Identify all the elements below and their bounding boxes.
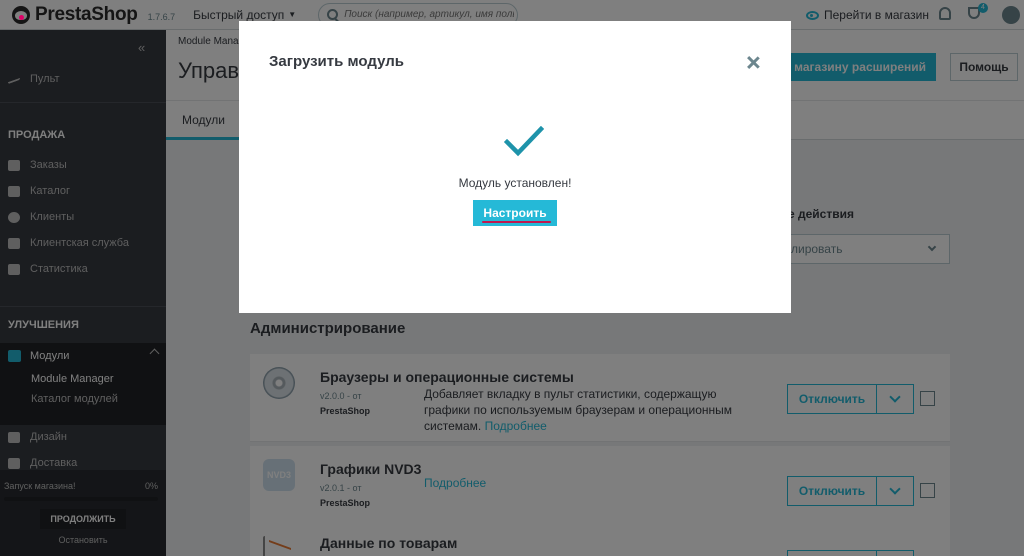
checkmark-icon: [504, 126, 544, 157]
success-message: Модуль установлен!: [458, 176, 572, 190]
highlight-underline: [482, 221, 551, 223]
close-icon[interactable]: [745, 55, 761, 71]
upload-module-modal: Загрузить модуль Модуль установлен! Наст…: [239, 21, 791, 313]
modal-title: Загрузить модуль: [269, 53, 404, 70]
